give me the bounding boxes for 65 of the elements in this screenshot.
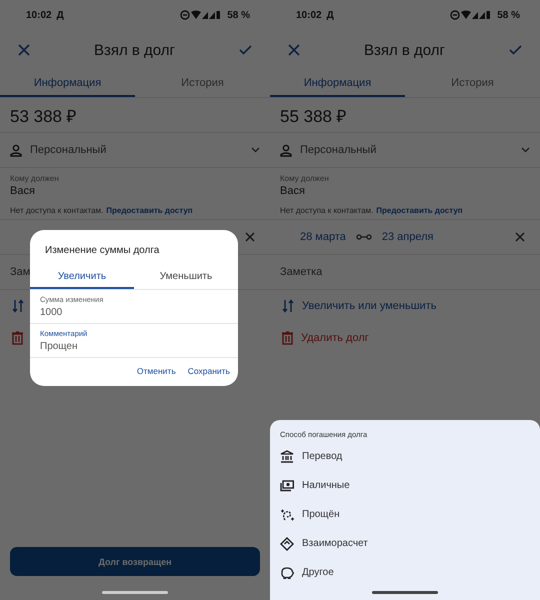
status-icons	[450, 10, 490, 20]
close-icon[interactable]	[245, 232, 255, 242]
trash-icon	[282, 331, 293, 345]
home-indicator	[372, 591, 438, 594]
delete-action[interactable]: Удалить долг	[301, 332, 369, 344]
category-select[interactable]: Персональный	[30, 144, 243, 156]
dialog-title: Изменение суммы долга	[44, 244, 160, 258]
dialog-button[interactable]: Сохранить	[188, 366, 230, 376]
tag-icon	[280, 536, 294, 550]
battery-percent: 58 %	[227, 10, 250, 20]
trash-icon	[12, 331, 23, 345]
tab[interactable]: История	[135, 70, 270, 97]
payment-method-item[interactable]: Взаиморасчет	[302, 538, 368, 549]
carrier-letter: Д	[56, 10, 64, 20]
note-field[interactable]: Заметка	[280, 266, 322, 278]
tab[interactable]: История	[405, 70, 540, 97]
sort-arrows-icon	[282, 299, 294, 313]
note-field[interactable]: Зам	[10, 266, 30, 278]
close-icon[interactable]	[515, 232, 525, 242]
hand-sparkle-icon	[280, 508, 294, 522]
person-icon	[280, 144, 292, 156]
chevron-down-icon[interactable]	[251, 147, 260, 153]
person-icon	[10, 144, 22, 156]
carrier-letter: Д	[326, 10, 334, 20]
contacts-note: Нет доступа к контактам.	[10, 206, 104, 214]
payment-method-item[interactable]: Наличные	[302, 480, 350, 491]
debt-returned-button[interactable]: Долг возвращен	[10, 547, 260, 576]
status-time: 10:02	[26, 10, 52, 20]
tab[interactable]: Уменьшить	[134, 265, 238, 289]
creditor-field[interactable]: Вася	[280, 185, 530, 197]
end-date[interactable]: 23 апреля	[382, 231, 434, 243]
tab[interactable]: Информация	[270, 70, 405, 97]
payment-method-item[interactable]: Другое	[302, 567, 334, 578]
adjust-action[interactable]: Увеличить или уменьшить	[302, 300, 436, 312]
debt-amount: 53 388 ₽	[10, 106, 77, 126]
screen-title: Взял в долг	[94, 42, 176, 58]
home-indicator	[102, 591, 168, 594]
cash-icon	[280, 480, 294, 492]
start-date[interactable]: 28 марта	[300, 231, 346, 243]
dialog-button[interactable]: Отменить	[136, 366, 176, 376]
battery-percent: 58 %	[497, 10, 520, 20]
creditor-field[interactable]: Вася	[10, 185, 260, 197]
range-icon	[356, 234, 372, 240]
category-select[interactable]: Персональный	[300, 144, 513, 156]
payment-method-item[interactable]: Прощён	[302, 509, 340, 520]
bank-icon	[280, 450, 294, 463]
payment-method-item[interactable]: Перевод	[302, 451, 342, 462]
piggy-bank-icon	[280, 566, 294, 579]
close-icon[interactable]	[288, 44, 300, 56]
field-label: Кому должен	[280, 174, 330, 183]
chevron-down-icon[interactable]	[521, 147, 530, 153]
check-icon[interactable]	[509, 45, 522, 55]
screen-title: Взял в долг	[364, 42, 446, 58]
contacts-note: Нет доступа к контактам.	[280, 206, 374, 214]
field-label: Кому должен	[10, 174, 60, 183]
sort-arrows-icon	[12, 299, 24, 313]
debt-amount: 55 388 ₽	[280, 106, 347, 126]
grant-access-link[interactable]: Предоставить доступ	[376, 206, 463, 214]
tab[interactable]: Информация	[0, 70, 135, 97]
status-icons	[180, 10, 220, 20]
grant-access-link[interactable]: Предоставить доступ	[106, 206, 193, 214]
check-icon[interactable]	[239, 45, 252, 55]
close-icon[interactable]	[18, 44, 30, 56]
status-time: 10:02	[296, 10, 322, 20]
tab[interactable]: Увеличить	[30, 265, 134, 289]
